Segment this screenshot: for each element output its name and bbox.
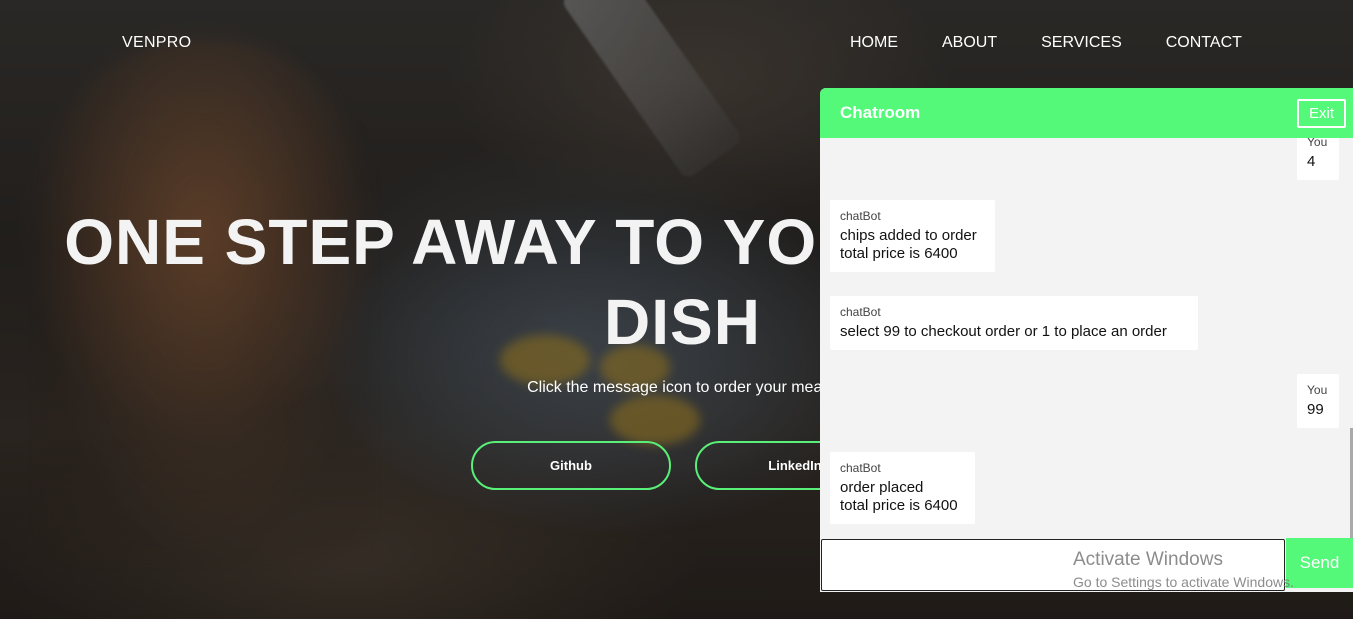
github-button[interactable]: Github: [471, 441, 671, 490]
chat-message-bot: chatBot order placed total price is 6400: [830, 452, 975, 524]
chat-footer: Send: [820, 538, 1353, 592]
message-sender: You: [1307, 383, 1328, 397]
nav-contact-link[interactable]: CONTACT: [1166, 34, 1242, 52]
nav-services-link[interactable]: SERVICES: [1041, 34, 1122, 52]
chatroom-title: Chatroom: [840, 103, 921, 122]
main-nav: HOME ABOUT SERVICES CONTACT: [850, 34, 1242, 52]
chat-message-bot: chatBot chips added to order total price…: [830, 200, 995, 272]
message-text: 4: [1307, 153, 1316, 170]
chat-message-user: You 4: [1297, 138, 1339, 180]
send-button[interactable]: Send: [1286, 538, 1353, 588]
message-text: 99: [1307, 401, 1324, 418]
chat-messages[interactable]: You 4 chatBot chips added to order total…: [820, 138, 1353, 538]
exit-button[interactable]: Exit: [1297, 99, 1346, 128]
nav-about-link[interactable]: ABOUT: [942, 34, 997, 52]
message-text: select 99 to checkout order or 1 to plac…: [840, 323, 1167, 340]
chat-message-input[interactable]: [821, 539, 1285, 591]
message-text: order placed total price is 6400: [840, 479, 958, 514]
chat-message-user: You 99: [1297, 374, 1339, 428]
chatroom-panel: Chatroom Exit You 4 chatBot chips added …: [820, 88, 1353, 592]
message-sender: chatBot: [840, 305, 881, 319]
chat-message-bot: chatBot select 99 to checkout order or 1…: [830, 296, 1198, 350]
nav-home-link[interactable]: HOME: [850, 34, 898, 52]
chatroom-header: Chatroom Exit: [820, 88, 1353, 138]
message-sender: You: [1307, 138, 1328, 149]
message-sender: chatBot: [840, 461, 881, 475]
message-sender: chatBot: [840, 209, 881, 223]
message-text: chips added to order total price is 6400: [840, 227, 977, 262]
brand-logo[interactable]: VENPRO: [122, 34, 191, 52]
